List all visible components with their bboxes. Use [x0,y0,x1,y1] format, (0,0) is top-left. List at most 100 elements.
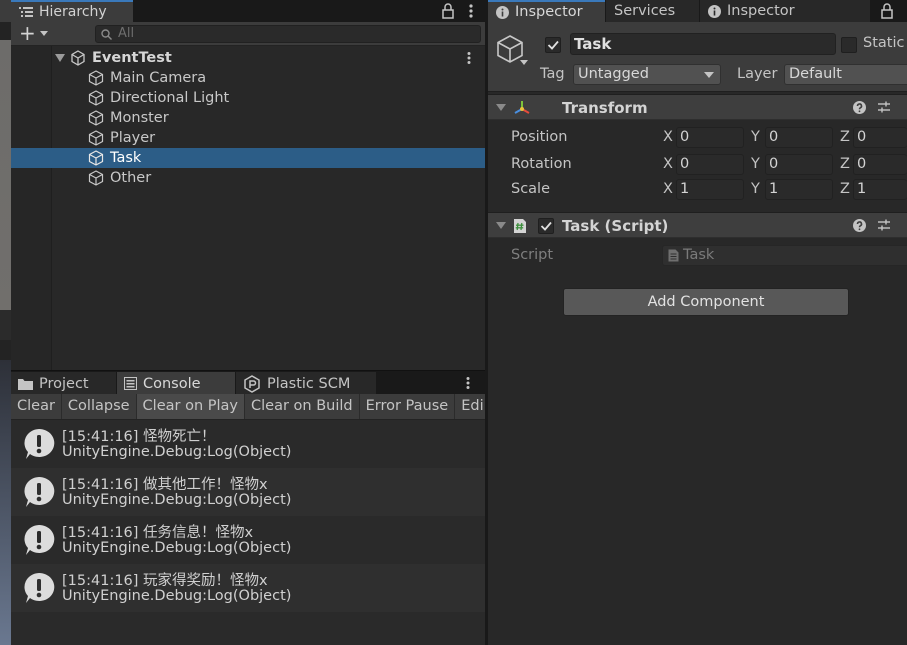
collapse-button[interactable]: Collapse [62,394,137,419]
rotation-x-field[interactable]: 0 [676,154,744,175]
axis-y-label[interactable]: Y [751,181,760,197]
object-name-field[interactable]: Task [570,33,836,55]
axis-x-label[interactable]: X [663,156,673,172]
tab-hierarchy[interactable]: Hierarchy [11,0,133,22]
scale-y-field[interactable]: 1 [765,179,833,200]
hierarchy-item-other[interactable]: Other [11,168,485,188]
axis-y-label[interactable]: Y [751,156,760,172]
console-log-entry[interactable]: [15:41:16] 玩家得奖励！怪物x UnityEngine.Debug:L… [11,564,485,612]
layer-label: Layer [737,66,778,82]
tab-inspector-2[interactable]: Inspector [700,0,870,22]
position-y-field[interactable]: 0 [765,127,833,148]
hierarchy-panel: Hierarchy + All EventTest Main Camera Di… [11,0,485,370]
more-options-icon[interactable] [464,3,478,19]
folder-icon [18,378,33,390]
tag-dropdown[interactable]: Untagged [573,64,721,85]
error-pause-toggle[interactable]: Error Pause [360,394,456,419]
add-component-button[interactable]: Add Component [563,288,849,316]
tab-inspector-label: Inspector [515,4,583,20]
tab-hierarchy-label: Hierarchy [39,4,107,20]
tab-plastic-scm[interactable]: Plastic SCM [236,372,376,395]
clear-button[interactable]: Clear [11,394,62,419]
log-message: [15:41:16] 玩家得奖励！怪物x [62,573,268,589]
scene-view-toolbar [0,310,11,340]
transform-component-header[interactable]: Transform [488,94,907,120]
scene-menu-icon[interactable] [466,51,472,65]
foldout-expanded-icon[interactable] [496,222,506,229]
static-checkbox[interactable] [841,37,857,53]
hierarchy-search-input[interactable]: All [95,25,481,43]
clear-on-build-toggle[interactable]: Clear on Build [245,394,360,419]
hierarchy-item-task[interactable]: Task [11,148,485,168]
scale-x-field[interactable]: 1 [676,179,744,200]
scale-z-field[interactable]: 1 [853,179,907,200]
hierarchy-item-label: Task [110,150,142,166]
axis-z-label[interactable]: Z [840,129,850,145]
help-icon[interactable] [853,219,866,232]
position-x-field[interactable]: 0 [676,127,744,148]
preset-settings-icon[interactable] [877,100,891,114]
tab-console[interactable]: Console [117,372,235,395]
lock-icon[interactable] [880,3,894,19]
foldout-expanded-icon[interactable] [55,54,65,62]
tab-plastic-scm-label: Plastic SCM [267,375,351,392]
tab-console-label: Console [143,375,201,392]
hierarchy-item-label: Other [110,170,152,186]
axis-x-label[interactable]: X [663,181,673,197]
hierarchy-item-label: Directional Light [110,90,230,106]
rotation-z-field[interactable]: 0 [853,154,907,175]
search-placeholder: All [118,26,135,41]
tab-project[interactable]: Project [11,372,116,395]
tag-label: Tag [540,66,565,82]
layer-dropdown[interactable]: Default [784,64,907,85]
info-message-icon [24,476,55,507]
console-log-entry[interactable]: [15:41:16] 做其他工作！怪物x UnityEngine.Debug:L… [11,468,485,516]
lock-icon[interactable] [441,3,455,19]
checkmark-icon [540,221,552,231]
foldout-expanded-icon[interactable] [496,104,506,111]
axis-z-label[interactable]: Z [840,156,850,172]
console-log-entry[interactable]: [15:41:16] 怪物死亡！ UnityEngine.Debug:Log(O… [11,420,485,468]
tab-inspector-2-label: Inspector [727,3,795,19]
tab-services[interactable]: Services [606,0,699,22]
script-reference-field: Task [662,245,907,266]
list-icon [19,6,33,18]
active-checkbox[interactable] [545,37,561,53]
axis-y-label[interactable]: Y [751,129,760,145]
console-log-entry[interactable]: [15:41:16] 任务信息！怪物x UnityEngine.Debug:Lo… [11,516,485,564]
gameobject-cube-icon [88,110,104,126]
hierarchy-item-monster[interactable]: Monster [11,108,485,128]
position-z-field[interactable]: 0 [853,127,907,148]
unity-editor: Hierarchy + All EventTest Main Camera Di… [0,0,907,645]
clear-on-play-toggle[interactable]: Clear on Play [136,394,245,419]
create-dropdown-button[interactable]: + [19,23,48,43]
script-enabled-checkbox[interactable] [538,218,554,234]
axis-z-label[interactable]: Z [840,181,850,197]
hierarchy-item-directional-light[interactable]: Directional Light [11,88,485,108]
help-icon[interactable] [853,101,866,114]
hierarchy-tabbar: Hierarchy [11,0,485,22]
scene-view-image [0,40,11,310]
transform-title: Transform [562,99,648,117]
unity-scene-icon [71,50,85,66]
more-options-icon[interactable] [465,376,471,390]
chevron-down-icon [39,30,48,36]
script-component-title: Task (Script) [562,217,669,235]
rotation-y-field[interactable]: 0 [765,154,833,175]
hierarchy-item-main-camera[interactable]: Main Camera [11,68,485,88]
checkmark-icon [547,40,559,50]
icon-dropdown-arrow-icon[interactable] [520,60,528,65]
hierarchy-item-player[interactable]: Player [11,128,485,148]
task-script-component-header[interactable]: Task (Script) [488,212,907,238]
script-file-icon [668,249,679,262]
log-message: [15:41:16] 做其他工作！怪物x [62,477,268,493]
axis-x-label[interactable]: X [663,129,673,145]
scene-view-tab[interactable] [0,0,11,22]
gameobject-cube-icon [88,150,104,166]
tab-inspector[interactable]: Inspector [488,0,605,22]
preset-settings-icon[interactable] [877,218,891,232]
log-message: [15:41:16] 任务信息！怪物x [62,525,254,541]
hierarchy-toolbar: + All [11,22,485,46]
scene-root-row[interactable]: EventTest [11,48,485,68]
console-toolbar: Clear Collapse Clear on Play Clear on Bu… [11,394,485,420]
